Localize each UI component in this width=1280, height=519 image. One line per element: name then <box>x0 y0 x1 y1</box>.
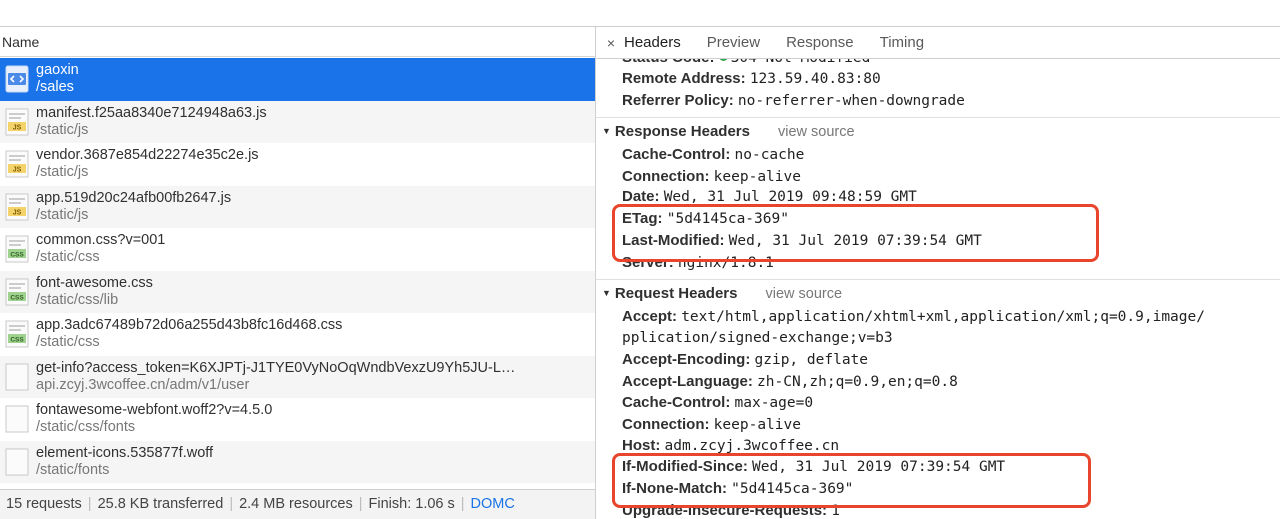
request-headers-section[interactable]: ▼ Request Headers view source <box>602 285 842 302</box>
top-toolbar <box>0 0 1280 27</box>
request-header-row: Cache-Control: max-age=0 <box>622 394 814 411</box>
request-row[interactable]: CSS common.css?v=001/static/css <box>0 228 595 271</box>
js-file-icon: JS <box>4 108 30 136</box>
tab-timing[interactable]: Timing <box>880 34 924 51</box>
svg-text:CSS: CSS <box>10 252 24 259</box>
request-header-row: Accept-Language: zh-CN,zh;q=0.9,en;q=0.8 <box>622 373 958 390</box>
response-header-row: Connection: keep-alive <box>622 168 801 185</box>
response-header-row: Date: Wed, 31 Jul 2019 09:48:59 GMT <box>622 188 917 205</box>
request-row[interactable]: JS manifest.f25aa8340e7124948a63.js/stati… <box>0 100 595 143</box>
tab-response[interactable]: Response <box>786 34 854 51</box>
network-summary-bar: 15 requests | 25.8 KB transferred | 2.4 MB r… <box>0 489 595 519</box>
finish-time: Finish: 1.06 s <box>368 496 455 512</box>
request-row[interactable]: gaoxin/sales <box>0 58 595 101</box>
request-name: vendor.3687e854d22274e35c2e.js <box>36 147 259 163</box>
request-name: app.519d20c24afb00fb2647.js <box>36 189 232 206</box>
request-name: element-icons.535877f.woff <box>36 444 214 461</box>
request-name: manifest.f25aa8340e7124948a63.js <box>36 104 267 121</box>
detail-tabs: × Headers Preview Response Timing <box>596 27 1280 59</box>
remote-address-row: Remote Address: 123.59.40.83:80 <box>622 70 881 87</box>
document-icon <box>4 65 30 93</box>
close-icon[interactable]: × <box>598 35 624 51</box>
css-file-icon: CSS <box>4 278 30 306</box>
request-path: /static/js <box>36 206 89 223</box>
request-path: /static/fonts <box>36 461 110 478</box>
domcontentloaded-time: DOMC <box>470 496 515 512</box>
request-path: /static/js <box>36 164 89 180</box>
request-header-row: pplication/signed-exchange;v=b3 <box>622 330 893 346</box>
request-path: /static/css/lib <box>36 291 119 308</box>
blank-file-icon <box>4 448 30 476</box>
view-source-link[interactable]: view source <box>778 124 855 140</box>
request-header-row: Accept: text/html,application/xhtml+xml,… <box>622 308 1205 325</box>
request-path: /sales <box>36 79 74 95</box>
svg-text:CSS: CSS <box>10 294 24 301</box>
request-row[interactable]: element-icons.535877f.woff/static/fonts <box>0 440 595 483</box>
svg-text:JS: JS <box>13 209 22 216</box>
svg-text:JS: JS <box>13 167 22 174</box>
response-headers-section[interactable]: ▼ Response Headers view source <box>602 123 855 140</box>
css-file-icon: CSS <box>4 235 30 263</box>
requests-count: 15 requests <box>6 496 82 512</box>
request-row[interactable]: CSS app.3adc67489b72d06a255d43b8fc16d468.… <box>0 313 595 356</box>
request-name: common.css?v=001 <box>36 232 166 248</box>
blank-file-icon <box>4 405 30 433</box>
css-file-icon: CSS <box>4 320 30 348</box>
request-header-row: Connection: keep-alive <box>622 416 801 433</box>
request-name: fontawesome-webfont.woff2?v=4.5.0 <box>36 402 273 418</box>
svg-text:JS: JS <box>13 124 22 131</box>
request-row[interactable]: JS vendor.3687e854d22274e35c2e.js/static/… <box>0 143 595 186</box>
conditional-request-highlight-box <box>612 453 1091 508</box>
tab-preview[interactable]: Preview <box>707 34 760 51</box>
request-name: font-awesome.css <box>36 274 153 291</box>
js-file-icon: JS <box>4 150 30 178</box>
name-column-header[interactable]: Name <box>0 27 595 57</box>
request-list-panel: Name gaoxin/sales JS manifest.f25aa8340e71… <box>0 27 596 519</box>
etag-highlight-box <box>612 204 1099 262</box>
request-row[interactable]: fontawesome-webfont.woff2?v=4.5.0/static… <box>0 398 595 441</box>
request-detail-panel: × Headers Preview Response Timing Status… <box>596 27 1280 519</box>
request-header-row: Accept-Encoding: gzip, deflate <box>622 351 869 368</box>
request-path: /static/css/fonts <box>36 419 136 435</box>
request-path: api.zcyj.3wcoffee.cn/adm/v1/user <box>36 376 250 393</box>
response-header-row: Cache-Control: no-cache <box>622 146 805 163</box>
tab-headers[interactable]: Headers <box>624 34 681 51</box>
view-source-link[interactable]: view source <box>765 286 842 302</box>
transferred-size: 25.8 KB transferred <box>97 496 224 512</box>
request-row[interactable]: JS app.519d20c24afb00fb2647.js/static/js <box>0 185 595 228</box>
resources-size: 2.4 MB resources <box>239 496 353 512</box>
request-path: /static/js <box>36 121 89 138</box>
request-row[interactable]: CSS font-awesome.css/static/css/lib <box>0 270 595 313</box>
request-name: get-info?access_token=K6XJPTj-J1TYE0VyNo… <box>36 359 516 376</box>
request-row[interactable]: get-info?access_token=K6XJPTj-J1TYE0VyNo… <box>0 355 595 398</box>
request-name: app.3adc67489b72d06a255d43b8fc16d468.css <box>36 317 343 333</box>
collapse-triangle-icon: ▼ <box>602 288 611 298</box>
request-rows: gaoxin/sales JS manifest.f25aa8340e7124948… <box>0 58 595 483</box>
blank-file-icon <box>4 363 30 391</box>
request-header-row: Host: adm.zcyj.3wcoffee.cn <box>622 437 840 454</box>
collapse-triangle-icon: ▼ <box>602 126 611 136</box>
svg-text:CSS: CSS <box>10 337 24 344</box>
request-path: /static/css <box>36 249 100 265</box>
request-name: gaoxin <box>36 62 79 78</box>
js-file-icon: JS <box>4 193 30 221</box>
referrer-policy-row: Referrer Policy: no-referrer-when-downgr… <box>622 92 965 109</box>
request-path: /static/css <box>36 334 100 350</box>
